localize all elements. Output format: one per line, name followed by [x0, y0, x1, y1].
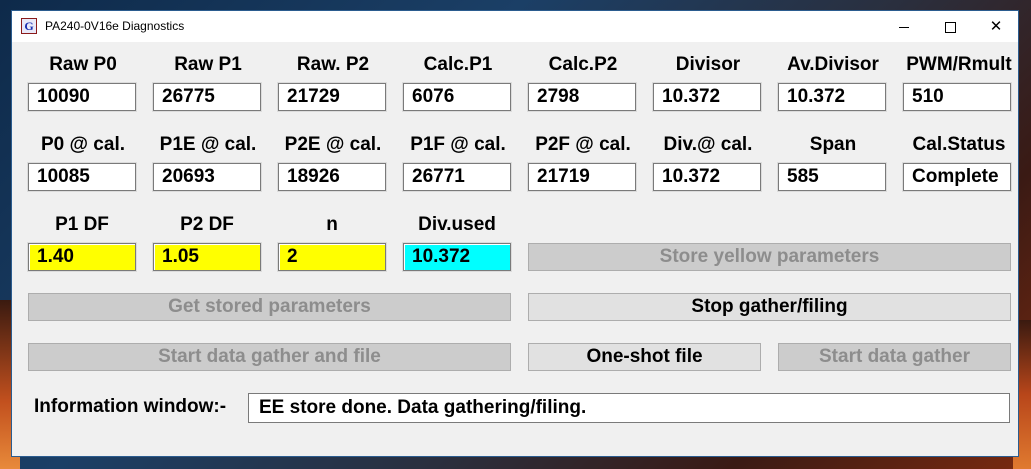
get-stored-parameters-button[interactable]: Get stored parameters: [28, 293, 511, 321]
start-data-gather-button[interactable]: Start data gather: [778, 343, 1011, 371]
label-pwm-rmult: PWM/Rmult: [906, 54, 1012, 75]
label-raw-p0: Raw P0: [49, 54, 117, 75]
field-p1-df[interactable]: 1.40: [28, 243, 136, 271]
field-raw-p1[interactable]: 26775: [153, 83, 261, 111]
close-button[interactable]: ✕: [973, 11, 1019, 42]
field-div-used[interactable]: 10.372: [403, 243, 511, 271]
label-p2f-cal: P2F @ cal.: [535, 134, 631, 155]
information-window-text[interactable]: EE store done. Data gathering/filing.: [248, 393, 1010, 423]
close-icon: ✕: [989, 18, 1003, 35]
label-p1e-cal: P1E @ cal.: [159, 134, 257, 155]
label-div-used: Div.used: [418, 214, 496, 235]
window-title: PA240-0V16e Diagnostics: [45, 19, 185, 33]
label-p1-df: P1 DF: [55, 214, 109, 235]
app-logo-icon: G: [21, 18, 37, 34]
field-calc-p2[interactable]: 2798: [528, 83, 636, 111]
label-calc-p2: Calc.P2: [548, 54, 618, 75]
label-cal-status: Cal.Status: [912, 134, 1006, 155]
label-p2e-cal: P2E @ cal.: [284, 134, 382, 155]
field-raw-p0[interactable]: 10090: [28, 83, 136, 111]
field-divisor[interactable]: 10.372: [653, 83, 761, 111]
label-divisor: Divisor: [675, 54, 741, 75]
field-cal-status[interactable]: Complete: [903, 163, 1011, 191]
field-div-cal[interactable]: 10.372: [653, 163, 761, 191]
minimize-icon: [899, 26, 909, 28]
label-av-divisor: Av.Divisor: [787, 54, 879, 75]
information-window-label: Information window:-: [34, 396, 227, 417]
field-p2f-cal[interactable]: 21719: [528, 163, 636, 191]
one-shot-file-button[interactable]: One-shot file: [528, 343, 761, 371]
title-bar: G PA240-0V16e Diagnostics ✕: [12, 11, 1018, 42]
maximize-icon: [944, 21, 956, 33]
field-av-divisor[interactable]: 10.372: [778, 83, 886, 111]
start-data-gather-and-file-button[interactable]: Start data gather and file: [28, 343, 511, 371]
store-yellow-parameters-button[interactable]: Store yellow parameters: [528, 243, 1011, 271]
label-raw-p1: Raw P1: [174, 54, 242, 75]
label-p2-df: P2 DF: [180, 214, 234, 235]
field-p0-cal[interactable]: 10085: [28, 163, 136, 191]
label-raw-p2: Raw. P2: [296, 54, 370, 75]
label-div-cal: Div.@ cal.: [663, 134, 753, 155]
minimize-button[interactable]: [881, 11, 927, 42]
label-calc-p1: Calc.P1: [423, 54, 493, 75]
label-span: Span: [809, 134, 857, 155]
field-n[interactable]: 2: [278, 243, 386, 271]
field-span[interactable]: 585: [778, 163, 886, 191]
maximize-button[interactable]: [927, 11, 973, 42]
field-pwm-rmult[interactable]: 510: [903, 83, 1011, 111]
label-p0-cal: P0 @ cal.: [40, 134, 125, 155]
field-calc-p1[interactable]: 6076: [403, 83, 511, 111]
field-p1e-cal[interactable]: 20693: [153, 163, 261, 191]
field-p1f-cal[interactable]: 26771: [403, 163, 511, 191]
stop-gather-filing-button[interactable]: Stop gather/filing: [528, 293, 1011, 321]
diagnostics-window: G PA240-0V16e Diagnostics ✕ Raw P0 Raw P…: [11, 10, 1019, 457]
label-n: n: [326, 214, 338, 235]
label-p1f-cal: P1F @ cal.: [410, 134, 506, 155]
field-p2e-cal[interactable]: 18926: [278, 163, 386, 191]
field-raw-p2[interactable]: 21729: [278, 83, 386, 111]
field-p2-df[interactable]: 1.05: [153, 243, 261, 271]
